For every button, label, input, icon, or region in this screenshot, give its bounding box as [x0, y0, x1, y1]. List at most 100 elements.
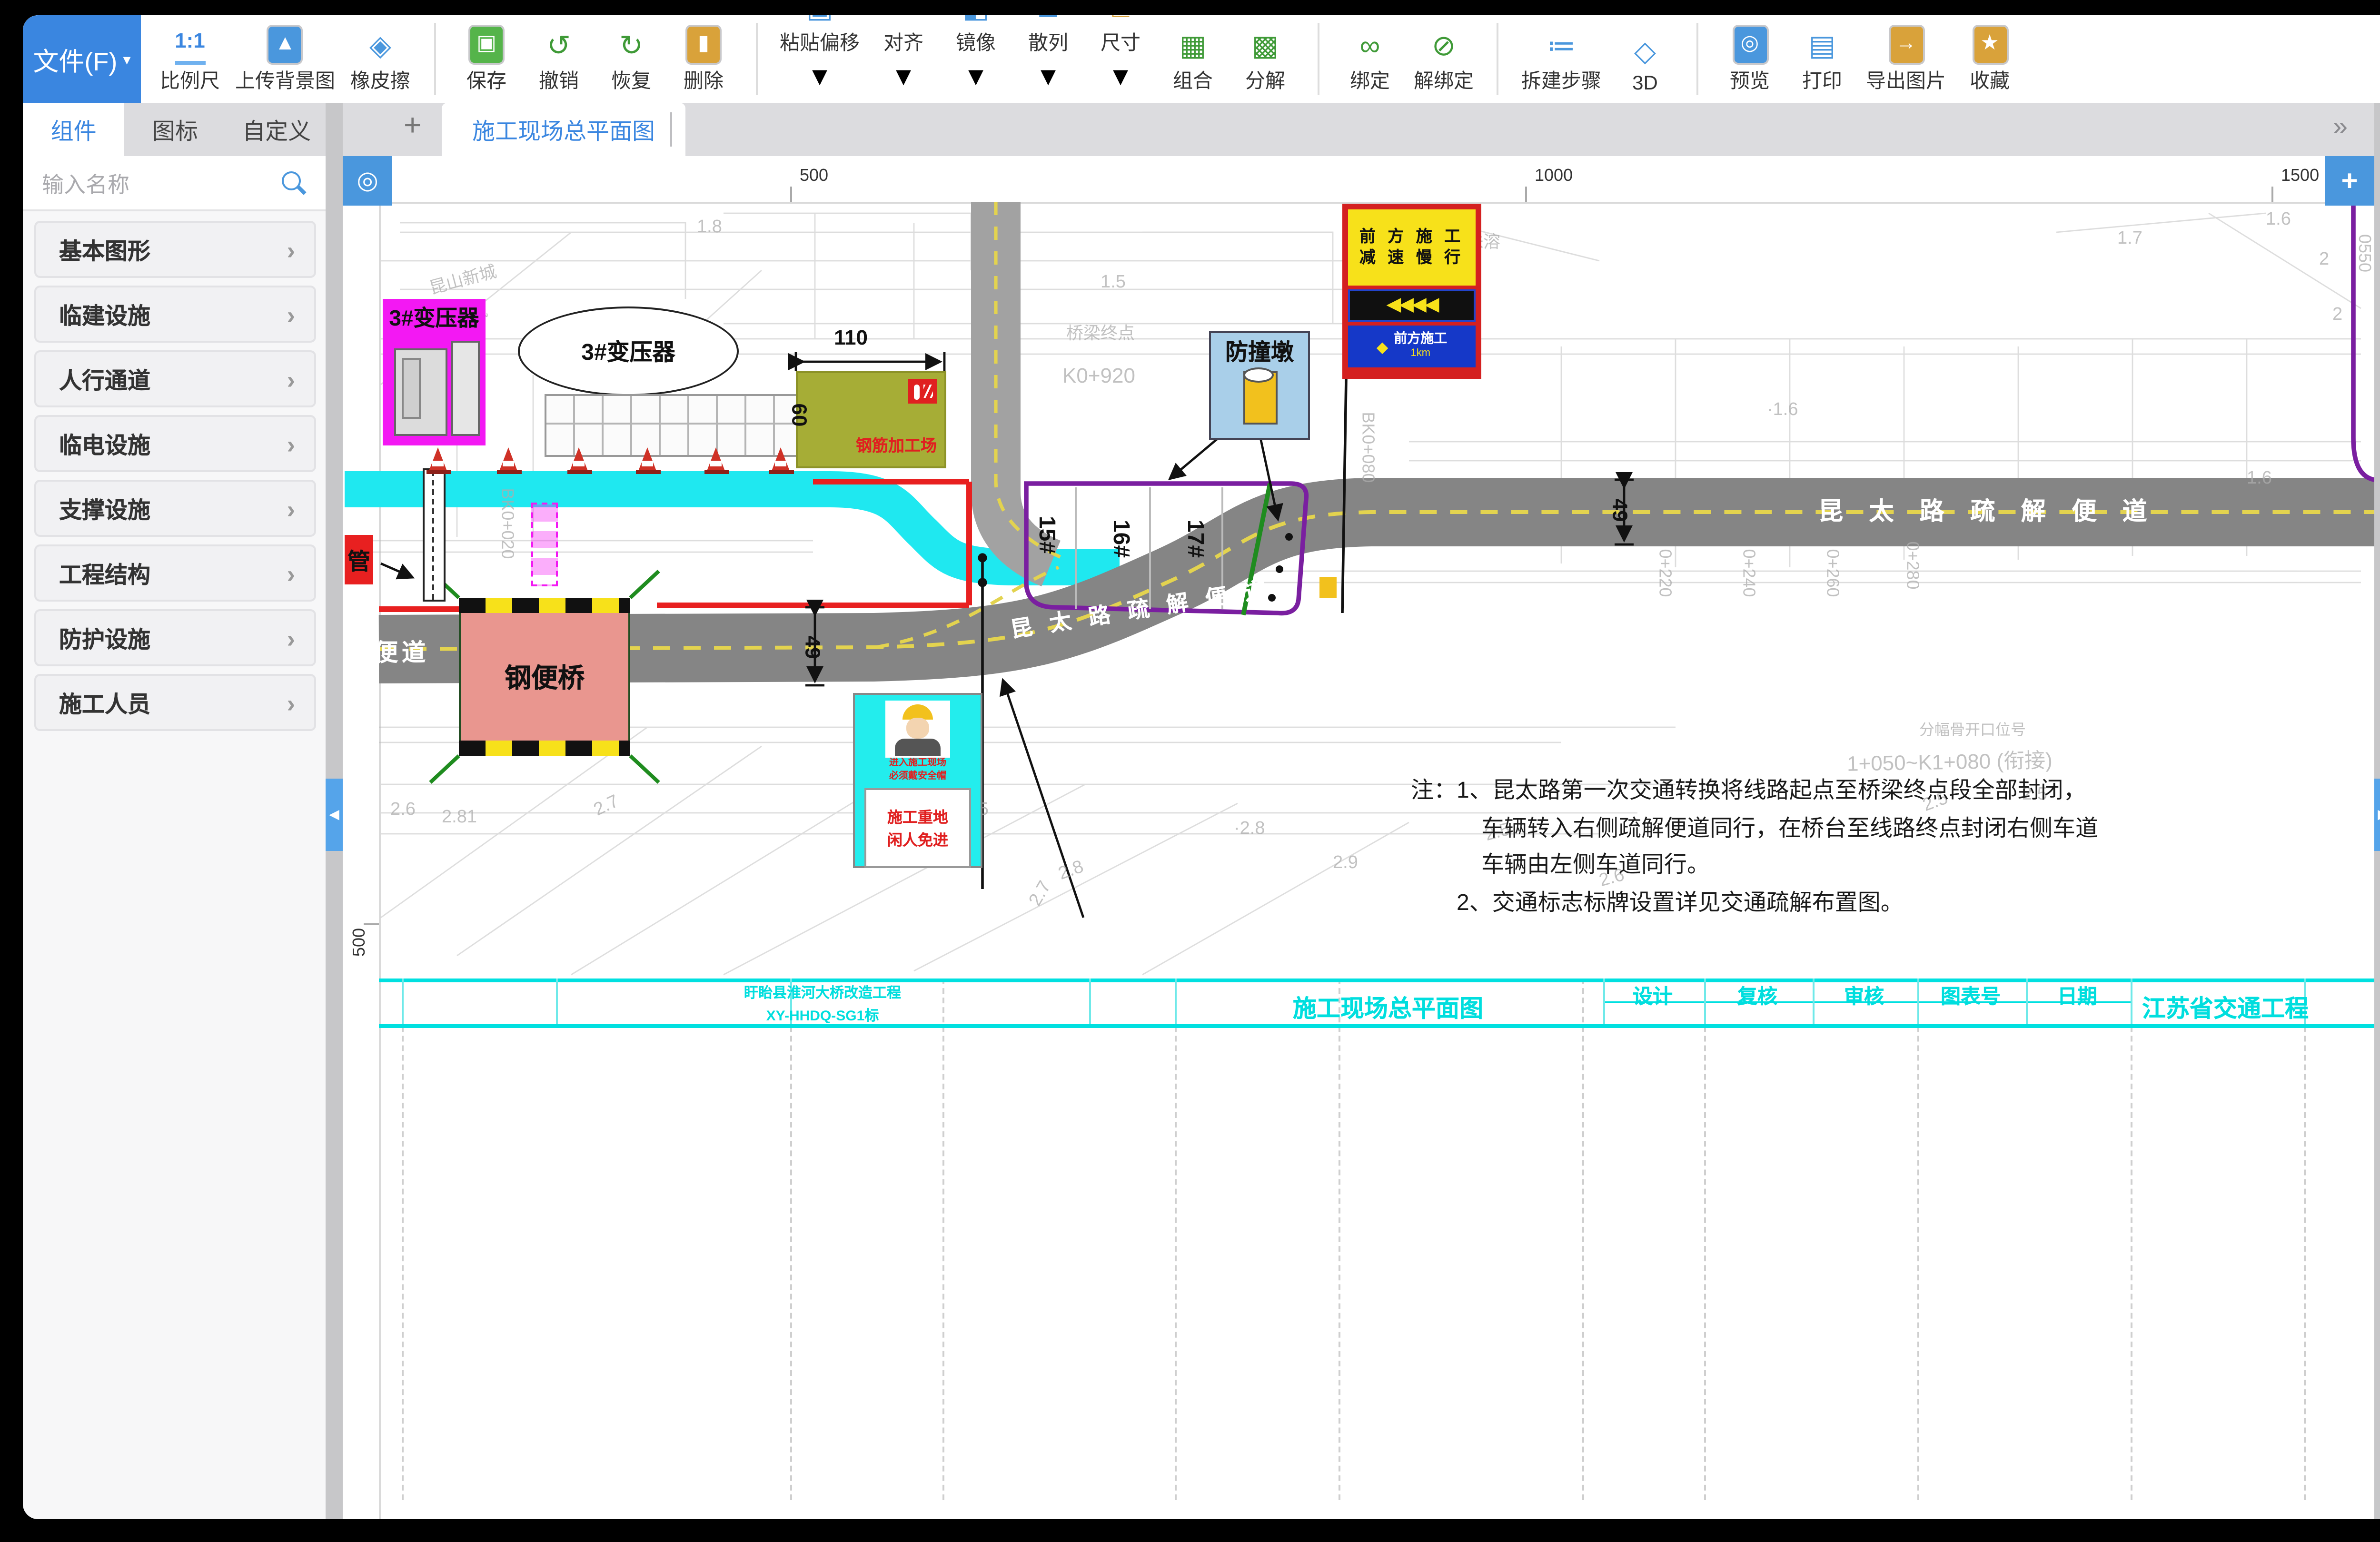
- build-steps-button[interactable]: ≔拆建步骤: [1514, 15, 1609, 103]
- sidebar-group-防护设施[interactable]: 防护设施›: [34, 609, 316, 666]
- toolbar-group: ▣粘贴偏移▾≡对齐▾◧镜像▾≣散列▾∟尺寸▾▦组合▩分解: [761, 15, 1313, 103]
- toolbar-group: 1:1比例尺▲上传背景图◈橡皮擦: [141, 15, 429, 103]
- cad-faint-text: 0+220: [1656, 549, 1675, 597]
- cad-faint-text: ·2.8: [1234, 819, 1265, 840]
- bridge-stripe: [459, 598, 630, 613]
- undo-icon: ↺: [547, 29, 571, 65]
- chevron-right-icon: ›: [287, 494, 295, 523]
- search-box[interactable]: 输入名称: [23, 156, 327, 211]
- align-label: 对齐: [883, 29, 923, 57]
- cad-faint-text: ·1.6: [1767, 400, 1798, 421]
- title-block-vline: [1089, 979, 1091, 1024]
- title-block-header: 图表号: [1921, 982, 2020, 1011]
- component-group-list: 基本图形›临建设施›人行通道›临电设施›支撑设施›工程结构›防护设施›施工人员›: [23, 213, 327, 731]
- undo-button[interactable]: ↺撤销: [523, 15, 595, 103]
- sidebar-group-工程结构[interactable]: 工程结构 ›: [34, 544, 316, 602]
- toolbar-group: ≔拆建步骤◇3D: [1502, 15, 1693, 103]
- construction-sign[interactable]: 前 方 施 工 减 速 慢 行 ◀◀◀◀ ◆ 前方施工 1km: [1342, 204, 1481, 379]
- upload-background-button[interactable]: ▲上传背景图: [228, 15, 343, 103]
- bind-button[interactable]: ∞绑定: [1334, 15, 1406, 103]
- worker-sign-line1: 进入施工现场: [855, 758, 981, 770]
- tab-drawing[interactable]: 施工现场总平面图: [442, 103, 685, 156]
- expand-tabs-icon[interactable]: »: [2333, 110, 2348, 141]
- sidebar-group-label: 工程结构: [59, 557, 150, 589]
- fit-view-button[interactable]: +: [2325, 156, 2374, 206]
- component-panel: 组件图标自定义 输入名称 基本图形› 临建设施› 人行通道› 临电设施› 支撑设施› 工程…: [23, 103, 327, 1519]
- ungroup-button[interactable]: ▩分解: [1229, 15, 1301, 103]
- sidebar-group-支撑设施[interactable]: 支撑设施›: [34, 480, 316, 537]
- drawing-canvas[interactable]: 3#变压器 3#变压器 110 60 钢筋加工场 管 钢便桥 解便道 49 昆 …: [343, 156, 2374, 1519]
- no-entry-box: 施工重地 闲人免进: [864, 788, 971, 868]
- tab-自定义[interactable]: 自定义: [226, 103, 327, 156]
- favorite-icon: ★: [1972, 25, 2008, 65]
- search-icon[interactable]: [282, 171, 301, 190]
- scatter-icon: ≣: [1036, 15, 1060, 27]
- collapse-left-panel-handle[interactable]: ◀: [326, 779, 343, 851]
- favorite-label: 收藏: [1970, 67, 2010, 95]
- sidebar-group-人行通道[interactable]: 人行通道›: [34, 350, 316, 407]
- group-button[interactable]: ▦组合: [1157, 15, 1229, 103]
- electric-cabinet-icon: [394, 348, 447, 436]
- export-image-button[interactable]: →导出图片: [1858, 15, 1954, 103]
- build-steps-label: 拆建步骤: [1521, 67, 1601, 95]
- sidebar-group-施工人员[interactable]: 施工人员›: [34, 674, 316, 731]
- scatter-button[interactable]: ≣散列▾: [1012, 15, 1084, 103]
- title-block-header: 设计: [1603, 982, 1702, 1011]
- pier-label: 15#: [1034, 516, 1061, 554]
- eraser-icon: ◈: [369, 29, 391, 65]
- file-menu-button[interactable]: 文件(F) ▾: [23, 15, 141, 103]
- save-button[interactable]: ▣保存: [450, 15, 523, 103]
- tab-组件[interactable]: 组件: [23, 103, 124, 156]
- crash-barrier-box[interactable]: 防撞墩: [1209, 331, 1310, 440]
- toolbar-separator: [433, 23, 435, 95]
- preview-icon: ◎: [1732, 25, 1768, 65]
- unbind-button[interactable]: ⊘解绑定: [1406, 15, 1481, 103]
- preview-button[interactable]: ◎预览: [1714, 15, 1786, 103]
- worker-warning-sign[interactable]: 进入施工现场 必须戴安全帽 施工重地 闲人免进: [853, 693, 982, 868]
- dimension-button[interactable]: ∟尺寸▾: [1084, 15, 1157, 103]
- note-line: 车辆由左侧车道同行。: [1411, 847, 2325, 884]
- view-3d-button[interactable]: ◇3D: [1609, 15, 1681, 103]
- delete-button[interactable]: ▮删除: [667, 15, 740, 103]
- sidebar-group-临建设施[interactable]: 临建设施›: [34, 286, 316, 343]
- undo-label: 撤销: [539, 67, 579, 95]
- transformer-box[interactable]: 3#变压器: [383, 299, 486, 445]
- app-window: 文件(F) ▾ 1:1比例尺▲上传背景图◈橡皮擦▣保存↺撤销↻恢复▮删除▣粘贴偏…: [23, 15, 2380, 1519]
- steel-bridge[interactable]: 钢便桥: [459, 598, 630, 756]
- add-tab-button[interactable]: +: [404, 110, 421, 145]
- paste-offset-button[interactable]: ▣粘贴偏移▾: [772, 15, 867, 103]
- sidebar-group-临电设施[interactable]: 临电设施›: [34, 415, 316, 472]
- print-button[interactable]: ▤打印: [1786, 15, 1858, 103]
- transformer-ellipse[interactable]: 3#变压器: [518, 306, 739, 396]
- crash-barrier-arrow-1: [1171, 438, 1219, 478]
- scale-ruler-button[interactable]: 1:1比例尺: [152, 15, 228, 103]
- sign-line1: 前 方 施 工: [1359, 227, 1464, 247]
- cad-faint-text: K0+920: [1062, 366, 1135, 388]
- sidebar-group-基本图形[interactable]: 基本图形›: [34, 221, 316, 278]
- grid-dashed-vline: [1582, 979, 1584, 1500]
- mirror-button[interactable]: ◧镜像▾: [940, 15, 1012, 103]
- eraser-button[interactable]: ◈橡皮擦: [343, 15, 418, 103]
- redo-button[interactable]: ↻恢复: [595, 15, 667, 103]
- sign-pole: [1342, 379, 1346, 613]
- cad-faint-text: 0550: [2355, 234, 2374, 272]
- traffic-cone-icon: [638, 447, 657, 472]
- chevron-right-icon: ›: [287, 559, 295, 587]
- origin-button[interactable]: ◎: [343, 156, 392, 206]
- cad-faint-text: 1.7: [2117, 228, 2142, 249]
- toolbar-group: ∞绑定⊘解绑定: [1322, 15, 1493, 103]
- no-entry-line2: 闲人免进: [887, 831, 948, 848]
- collapse-right-panel-handle[interactable]: ▶: [2374, 779, 2380, 851]
- redo-icon: ↻: [619, 29, 643, 65]
- align-button[interactable]: ≡对齐▾: [867, 15, 940, 103]
- toolbar-separator: [755, 23, 757, 95]
- mirror-icon: ◧: [962, 15, 990, 27]
- sidebar-group-label: 施工人员: [59, 686, 150, 719]
- export-image-icon: →: [1888, 25, 1924, 65]
- title-block-vline: [1917, 979, 1919, 1024]
- right-panel-divider: ▶: [2374, 103, 2380, 1519]
- tab-图标[interactable]: 图标: [124, 103, 226, 156]
- favorite-button[interactable]: ★收藏: [1954, 15, 2026, 103]
- toolbar-group: ▣保存↺撤销↻恢复▮删除: [439, 15, 751, 103]
- worker-icon: [885, 701, 950, 758]
